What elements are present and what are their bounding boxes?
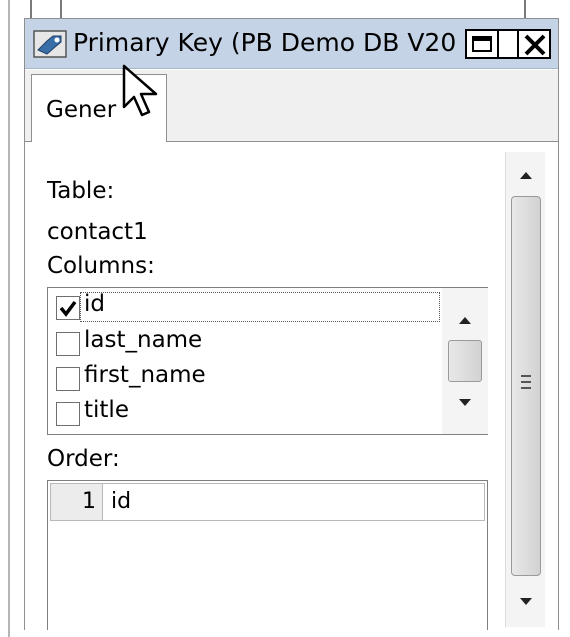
grip-icon — [521, 381, 531, 383]
column-checkbox[interactable] — [56, 367, 80, 391]
primary-key-icon — [33, 30, 67, 58]
checkmark-icon — [59, 300, 77, 317]
scroll-down-icon[interactable] — [442, 388, 488, 418]
maximize-icon — [472, 36, 492, 52]
list-item[interactable]: first_name — [54, 361, 434, 393]
table-label: Table: — [47, 178, 115, 204]
background-divider — [60, 0, 62, 18]
column-name: id — [84, 291, 105, 317]
focus-rectangle — [80, 292, 440, 322]
order-label: Order: — [47, 446, 120, 472]
columns-label: Columns: — [47, 253, 155, 279]
list-item[interactable]: title — [54, 396, 434, 428]
row-number: 1 — [51, 484, 103, 520]
order-column: id — [111, 489, 132, 514]
maximize-button[interactable] — [465, 29, 499, 59]
panel-scroll-thumb[interactable] — [511, 196, 541, 576]
general-panel: Table: contact1 Columns: id last_name fi… — [25, 142, 558, 630]
scroll-down-icon[interactable] — [506, 587, 546, 617]
panel-scrollbar[interactable] — [505, 152, 545, 627]
grip-icon — [521, 387, 531, 389]
background-edge — [8, 0, 10, 637]
column-name: first_name — [84, 362, 206, 388]
column-checkbox[interactable] — [56, 332, 80, 356]
table-value: contact1 — [47, 219, 148, 245]
scroll-up-icon[interactable] — [506, 160, 546, 190]
title-bar[interactable]: Primary Key (PB Demo DB V20 — [25, 19, 558, 69]
close-button[interactable] — [517, 29, 551, 59]
background-divider — [30, 0, 32, 18]
list-item[interactable]: id — [54, 290, 440, 322]
primary-key-window: Primary Key (PB Demo DB V20 Gener Table:… — [24, 18, 559, 630]
column-checkbox[interactable] — [56, 402, 80, 426]
window-title: Primary Key (PB Demo DB V20 — [73, 28, 457, 57]
column-checkbox[interactable] — [56, 296, 80, 320]
table-row[interactable]: 1 id — [50, 483, 485, 521]
list-item[interactable]: last_name — [54, 326, 434, 358]
order-grid[interactable]: 1 id — [47, 480, 488, 630]
grip-icon — [521, 375, 531, 377]
column-name: title — [84, 397, 129, 423]
columns-scrollbar[interactable] — [442, 288, 488, 434]
title-button-separator — [499, 29, 517, 59]
background-divider — [524, 0, 526, 18]
tab-strip: Gener — [25, 70, 558, 143]
arrow-cursor-icon — [122, 64, 158, 117]
tab-general-label: Gener — [46, 97, 117, 123]
columns-scroll-thumb[interactable] — [448, 340, 482, 382]
columns-listbox[interactable]: id last_name first_name title — [47, 287, 488, 435]
scroll-up-icon[interactable] — [442, 304, 488, 334]
close-icon — [524, 34, 546, 56]
column-name: last_name — [84, 327, 203, 353]
